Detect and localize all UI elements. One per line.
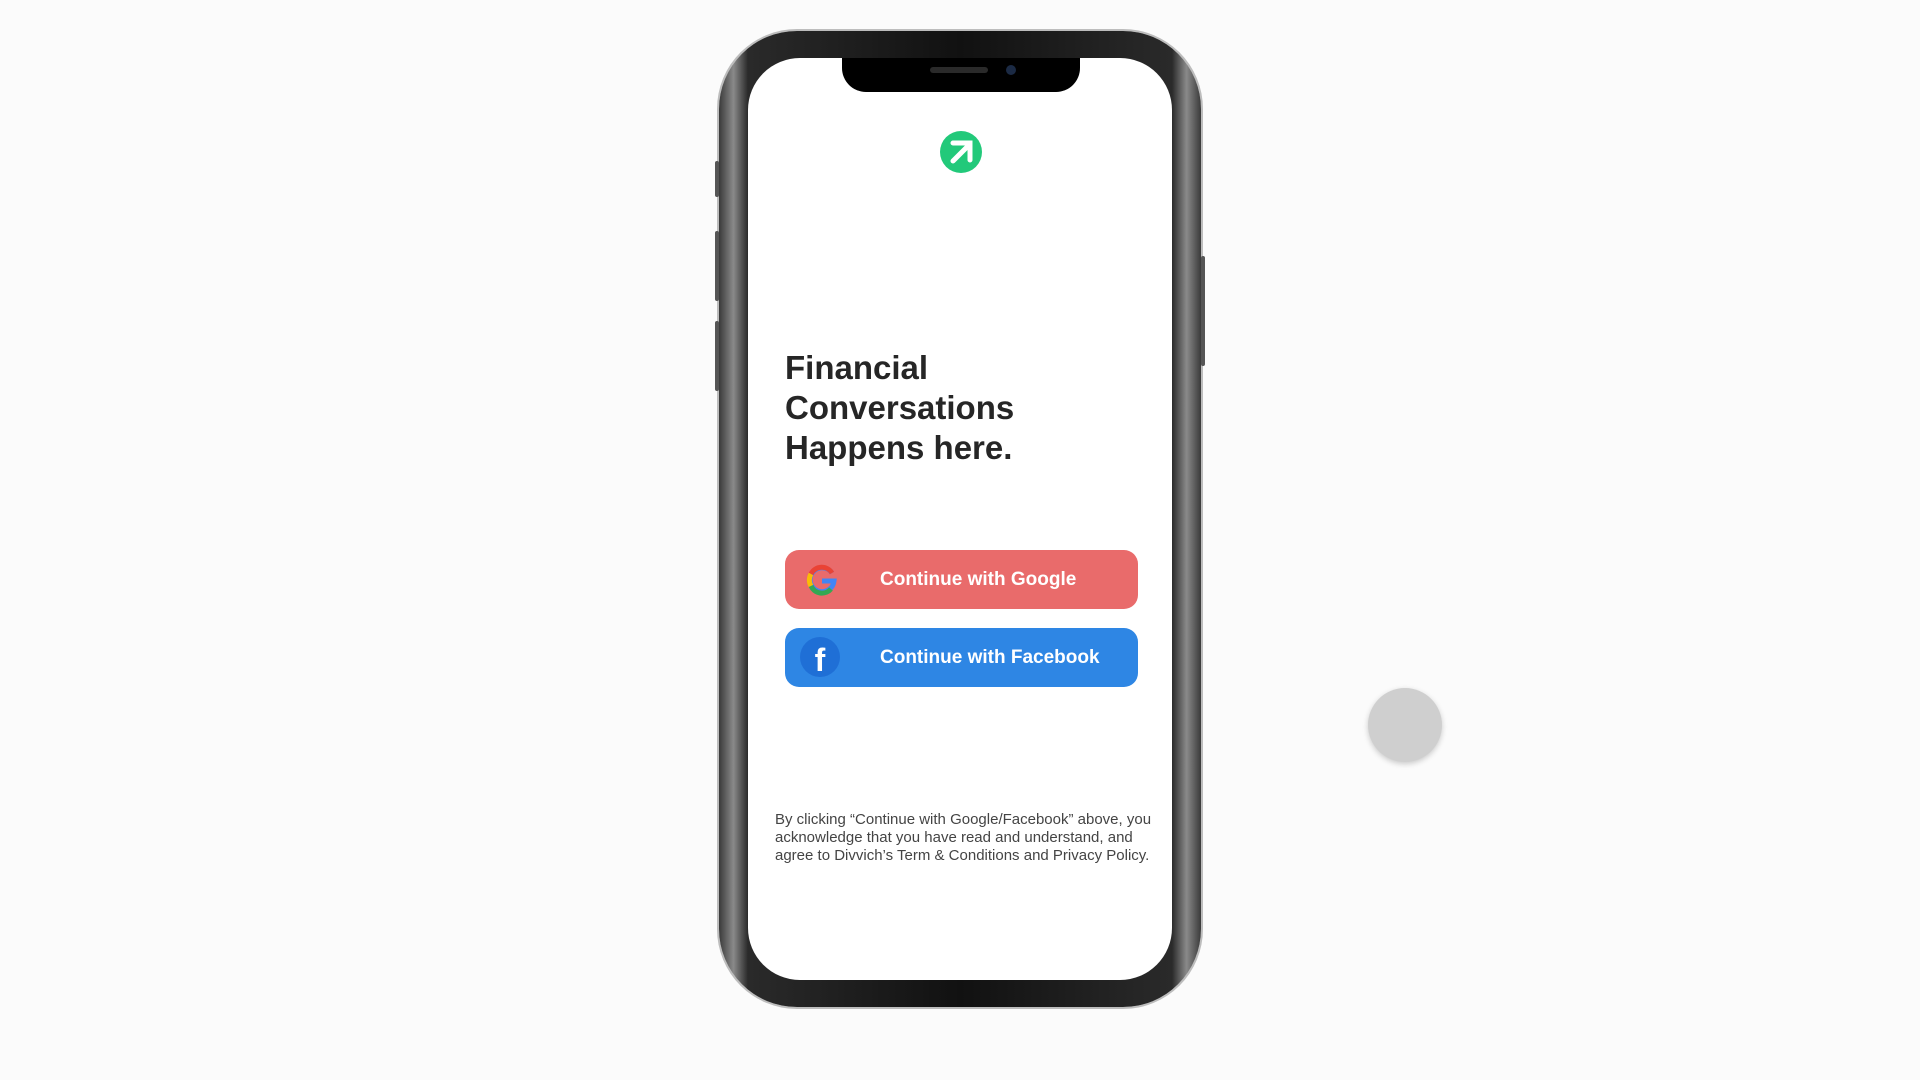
app-screen: Financial Conversations Happens here. Co… xyxy=(748,58,1172,980)
headline-line-2: Happens here. xyxy=(785,429,1013,466)
continue-with-google-button[interactable]: Continue with Google xyxy=(785,550,1138,609)
facebook-icon: f xyxy=(800,637,840,678)
mute-switch xyxy=(715,161,719,197)
google-icon xyxy=(803,561,841,599)
volume-up-button xyxy=(715,231,719,301)
front-camera xyxy=(1006,65,1016,75)
google-button-label: Continue with Google xyxy=(880,569,1077,590)
power-button xyxy=(1201,256,1205,366)
notch xyxy=(842,58,1080,92)
app-logo-icon xyxy=(940,131,982,173)
headline-line-1: Financial Conversations xyxy=(785,349,1015,426)
volume-down-button xyxy=(715,321,719,391)
continue-with-facebook-button[interactable]: f Continue with Facebook xyxy=(785,628,1138,687)
page-title: Financial Conversations Happens here. xyxy=(785,348,1165,468)
facebook-button-label: Continue with Facebook xyxy=(880,647,1100,668)
phone-frame: Financial Conversations Happens here. Co… xyxy=(715,31,1205,1007)
speaker xyxy=(930,67,988,73)
touch-indicator xyxy=(1368,688,1442,762)
terms-disclaimer: By clicking “Continue with Google/Facebo… xyxy=(775,811,1152,864)
